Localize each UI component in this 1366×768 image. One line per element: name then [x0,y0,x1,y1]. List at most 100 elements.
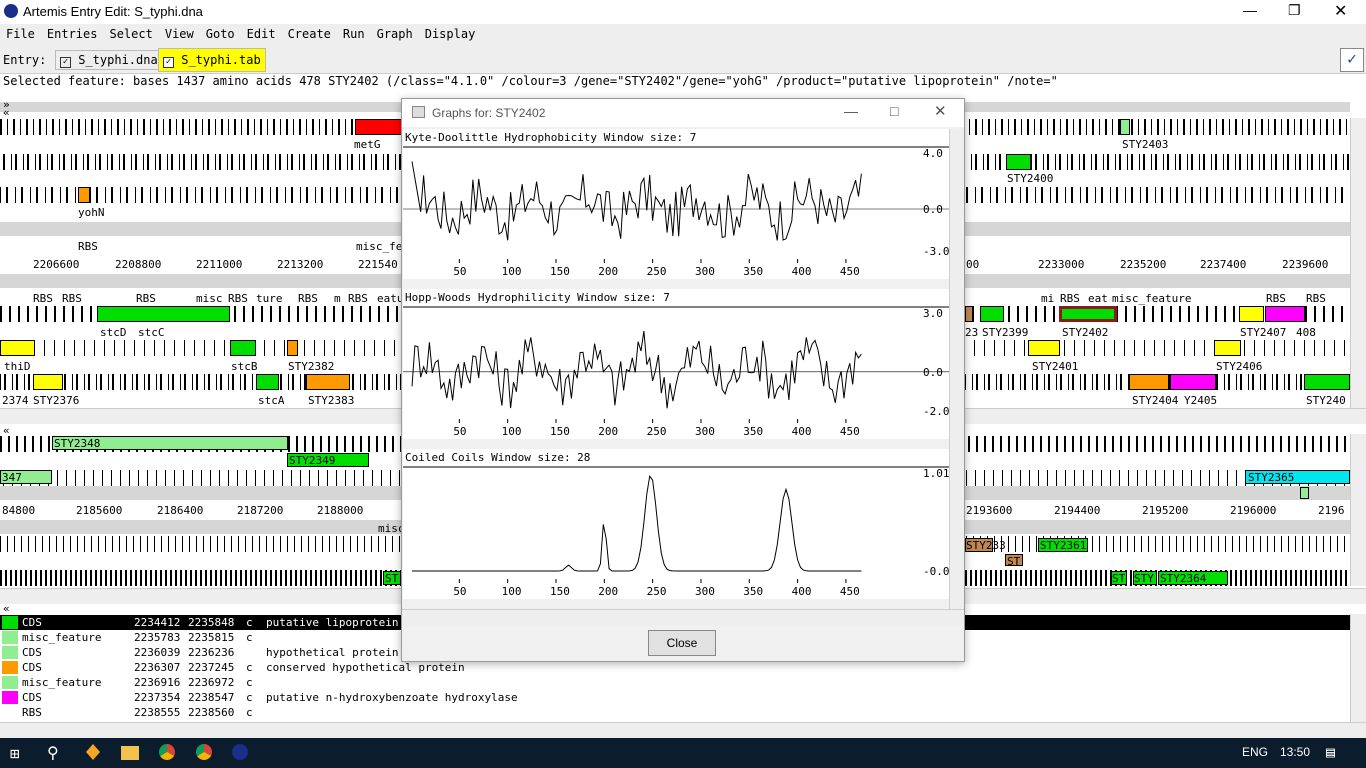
feature-STY2382[interactable] [287,340,298,356]
feature-STY2376[interactable] [33,374,63,390]
feature-STY2403[interactable] [1120,119,1130,135]
scroll-left-icon[interactable]: « [3,106,10,119]
list-horizontal-scrollbar[interactable] [0,722,1366,738]
menu-create[interactable]: Create [282,24,337,41]
file-explorer-icon[interactable] [121,746,139,760]
label-STY2349: STY2349 [289,454,336,467]
feature-note: putative lipoprotein [266,616,399,629]
label-ture: ture [256,292,283,305]
x-tick-label: 50 [453,585,466,598]
clock[interactable]: 13:50 [1280,745,1310,759]
graph-panel: Hopp-Woods Hydrophilicity Window size: 7… [403,289,949,439]
label-STY2403: STY2403 [1122,138,1169,151]
lower-vertical-scrollbar[interactable] [1350,434,1366,586]
feature-stcB[interactable] [230,340,256,356]
label-thiD: thiD [4,360,31,373]
label-stcA: stcA [258,394,285,407]
label-mi: mi [1041,292,1055,305]
label-2374: 2374 [2,394,29,407]
feature-list-row[interactable]: RBS 2238555 2238560 c [0,705,1350,720]
x-tick-label: 450 [840,425,860,438]
close-window-icon[interactable]: ✕ [1334,1,1347,21]
menu-display[interactable]: Display [419,24,482,41]
close-button[interactable]: Close [648,630,716,656]
label-stcD: stcD [100,326,127,339]
feature-23[interactable] [965,306,973,322]
colour-swatch [2,616,18,629]
feature-STY2407[interactable] [1239,306,1264,322]
x-tick-label: 100 [502,425,522,438]
feature-metG[interactable] [355,119,403,135]
feature-strand: c [246,676,253,689]
feature-stcD-stcC[interactable] [97,306,230,322]
entry-toggle-tab[interactable]: ✓ S_typhi.tab [158,48,266,72]
maximize-icon[interactable]: □ [890,103,898,119]
checkbox-icon[interactable]: ✓ [60,57,71,68]
x-tick-label: 450 [840,265,860,278]
minimize-icon[interactable]: — [1243,2,1257,18]
feature-408[interactable] [1265,306,1305,322]
menu-select[interactable]: Select [103,24,158,41]
feature-stcA[interactable] [256,374,279,390]
menu-file[interactable]: File [0,24,41,41]
colour-swatch [2,691,18,704]
menu-run[interactable]: Run [337,24,371,41]
x-tick-label: 400 [792,265,812,278]
graph-plot: 50 100 150 200 250 300 350 400 450 1.01 -0.01 [403,466,949,598]
feature-yohN[interactable] [78,187,90,203]
feature-STY2401[interactable] [1028,340,1060,356]
label-ST: ST [385,572,399,585]
graph-horizontal-scrollbar[interactable] [402,609,964,625]
minimize-icon[interactable]: — [844,103,858,119]
menu-entries[interactable]: Entries [41,24,104,41]
checkbox-icon[interactable]: ✓ [163,57,174,68]
feature-STY240[interactable] [1304,374,1350,390]
feature-STY2400[interactable] [1006,154,1031,170]
ruler-tick: 2185600 [76,504,123,517]
feature-key: CDS [22,661,42,674]
graph-profile-line [411,330,862,409]
feature-STY2404[interactable] [1129,374,1169,390]
notifications-icon[interactable]: ▤ [1326,743,1335,761]
feature-strand: c [246,691,253,704]
feature-thiD[interactable] [0,340,35,356]
app-icon[interactable] [86,744,100,760]
feature-list-row[interactable]: misc_feature 2236916 2236972 c [0,675,1350,690]
menu-graph[interactable]: Graph [371,24,419,41]
feature-key: CDS [22,616,42,629]
feature-end: 2236972 [188,676,235,689]
feature-list-row[interactable]: CDS 2237354 2238547 c putative n-hydroxybenz… [0,690,1350,705]
ruler-tick: 221540 [358,258,398,271]
feature-STY2406[interactable] [1214,340,1241,356]
feature-strand: c [246,616,253,629]
chrome-icon[interactable] [196,744,212,760]
restore-icon[interactable]: ❐ [1288,2,1301,19]
entry-toggle-dna[interactable]: ✓ S_typhi.dna [55,50,163,70]
feature-STY2399[interactable] [980,306,1004,322]
artemis-icon[interactable] [232,744,248,760]
upper-vertical-scrollbar[interactable] [1350,118,1366,408]
label-misc: misc [196,292,223,305]
menu-edit[interactable]: Edit [241,24,282,41]
feature-list-row[interactable]: CDS 2236307 2237245 c conserved hypothetical… [0,660,1350,675]
feature-strand: c [246,661,253,674]
feature-STY2383[interactable] [306,374,350,390]
list-vertical-scrollbar[interactable] [1350,614,1366,722]
feature-Y2405[interactable] [1170,374,1216,390]
ruler-tick: 2213200 [277,258,324,271]
close-dialog-icon[interactable]: ✕ [934,102,947,120]
search-icon[interactable]: ⚲ [47,743,59,762]
windows-start-icon[interactable]: ⊞ [10,744,20,763]
feature-small[interactable] [1300,487,1309,499]
feature-end: 2235848 [188,616,235,629]
feature-STY2402-selected[interactable] [1059,306,1117,322]
menu-goto[interactable]: Goto [200,24,241,41]
graph-scrollbar[interactable] [949,129,964,614]
label-STY2364: STY2364 [1160,572,1207,585]
language-indicator[interactable]: ENG [1242,745,1268,759]
menu-view[interactable]: View [159,24,200,41]
x-tick-label: 400 [792,425,812,438]
chrome-icon[interactable] [159,744,175,760]
confirm-check-icon[interactable]: ✓ [1340,48,1364,72]
label-rbs: RBS [348,292,368,305]
